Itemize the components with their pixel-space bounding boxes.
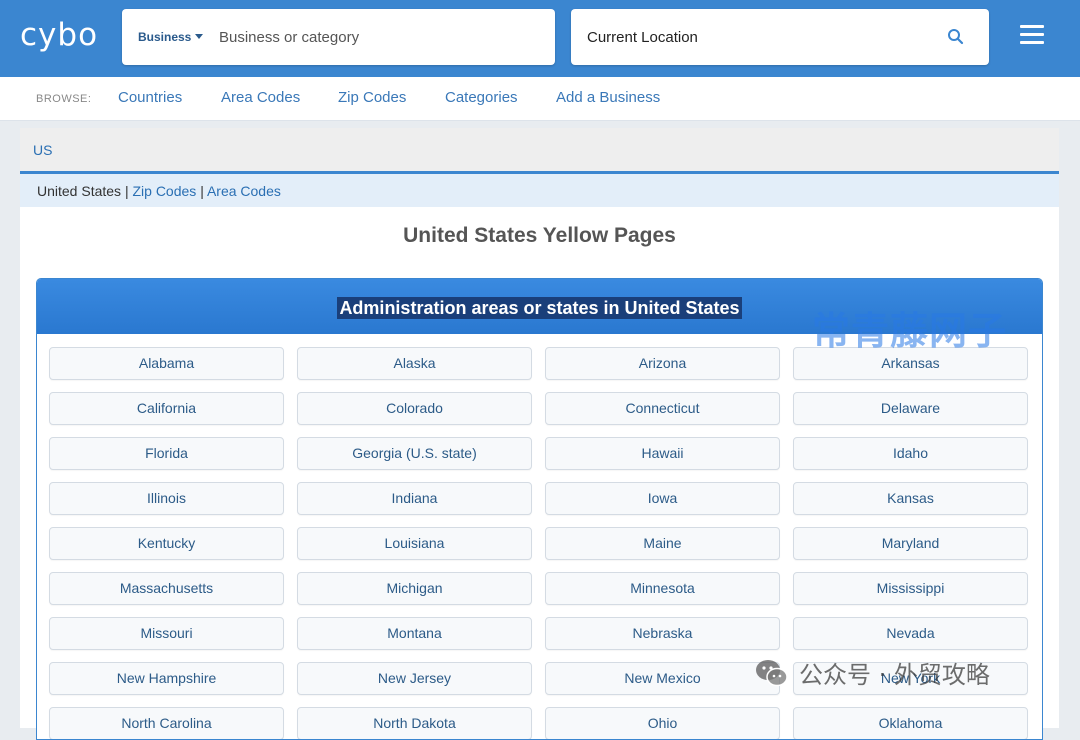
business-search-input[interactable] xyxy=(219,24,539,50)
state-button[interactable]: Maine xyxy=(545,527,780,560)
state-button[interactable]: Missouri xyxy=(49,617,284,650)
location-search-box xyxy=(571,9,989,65)
business-type-label: Business xyxy=(138,30,192,44)
nav-link-zip-codes[interactable]: Zip Codes xyxy=(338,89,406,106)
state-button[interactable]: Nebraska xyxy=(545,617,780,650)
state-button[interactable]: Colorado xyxy=(297,392,532,425)
state-button[interactable]: North Carolina xyxy=(49,707,284,739)
breadcrumb-area-codes[interactable]: Area Codes xyxy=(207,183,281,199)
state-button[interactable]: Delaware xyxy=(793,392,1028,425)
state-button[interactable]: Florida xyxy=(49,437,284,470)
state-button[interactable]: Hawaii xyxy=(545,437,780,470)
state-button[interactable]: New Mexico xyxy=(545,662,780,695)
nav-link-area-codes[interactable]: Area Codes xyxy=(221,89,300,106)
state-button[interactable]: Kansas xyxy=(793,482,1028,515)
cybo-logo[interactable]: cybo xyxy=(20,17,98,53)
business-type-dropdown[interactable]: Business xyxy=(138,30,204,44)
wechat-icon xyxy=(756,659,788,686)
state-button[interactable]: Alabama xyxy=(49,347,284,380)
state-button[interactable]: Georgia (U.S. state) xyxy=(297,437,532,470)
state-button[interactable]: Alaska xyxy=(297,347,532,380)
country-label[interactable]: US xyxy=(33,142,52,158)
state-button[interactable]: Mississippi xyxy=(793,572,1028,605)
browse-label: BROWSE: xyxy=(36,93,92,105)
state-button[interactable]: Idaho xyxy=(793,437,1028,470)
state-button[interactable]: Minnesota xyxy=(545,572,780,605)
location-input[interactable] xyxy=(587,24,927,50)
state-button[interactable]: Louisiana xyxy=(297,527,532,560)
state-button[interactable]: California xyxy=(49,392,284,425)
business-search-box: Business xyxy=(122,9,555,65)
state-button[interactable]: New Jersey xyxy=(297,662,532,695)
header: cybo Business xyxy=(0,0,1080,77)
state-button[interactable]: Maryland xyxy=(793,527,1028,560)
state-button[interactable]: Connecticut xyxy=(545,392,780,425)
nav-link-categories[interactable]: Categories xyxy=(445,89,518,106)
state-button[interactable]: Montana xyxy=(297,617,532,650)
state-button[interactable]: Illinois xyxy=(49,482,284,515)
state-button[interactable]: Iowa xyxy=(545,482,780,515)
breadcrumb-current: United States xyxy=(37,183,122,199)
state-button[interactable]: Nevada xyxy=(793,617,1028,650)
breadcrumb-separator: | xyxy=(200,183,204,199)
watermark-top-right: 常青藤网子 xyxy=(812,309,1008,353)
state-button[interactable]: New Hampshire xyxy=(49,662,284,695)
state-button[interactable]: Oklahoma xyxy=(793,707,1028,739)
caret-down-icon xyxy=(195,34,204,39)
breadcrumb-zip-codes[interactable]: Zip Codes xyxy=(132,183,196,199)
state-button[interactable]: North Dakota xyxy=(297,707,532,739)
state-button[interactable]: Massachusetts xyxy=(49,572,284,605)
state-button[interactable]: Arizona xyxy=(545,347,780,380)
nav-link-add-business[interactable]: Add a Business xyxy=(556,89,660,106)
state-button[interactable]: Michigan xyxy=(297,572,532,605)
watermark-bottom-right: 公众号 · 外贸攻略 xyxy=(755,655,990,690)
breadcrumb: United States | Zip Codes | Area Codes xyxy=(20,174,1059,207)
states-section-heading: Administration areas or states in United… xyxy=(337,297,742,319)
browse-navbar: BROWSE: Countries Area Codes Zip Codes C… xyxy=(0,77,1080,121)
menu-icon[interactable] xyxy=(1020,25,1044,47)
country-bar: US xyxy=(20,128,1059,174)
nav-link-countries[interactable]: Countries xyxy=(118,89,182,106)
page-title: United States Yellow Pages xyxy=(403,224,676,247)
main-panel: US United States | Zip Codes | Area Code… xyxy=(20,128,1059,740)
search-icon[interactable] xyxy=(946,27,966,47)
state-button[interactable]: Ohio xyxy=(545,707,780,739)
watermark-text: 公众号 · 外贸攻略 xyxy=(799,661,990,689)
state-button[interactable]: Kentucky xyxy=(49,527,284,560)
breadcrumb-separator: | xyxy=(124,183,129,199)
state-button[interactable]: Indiana xyxy=(297,482,532,515)
